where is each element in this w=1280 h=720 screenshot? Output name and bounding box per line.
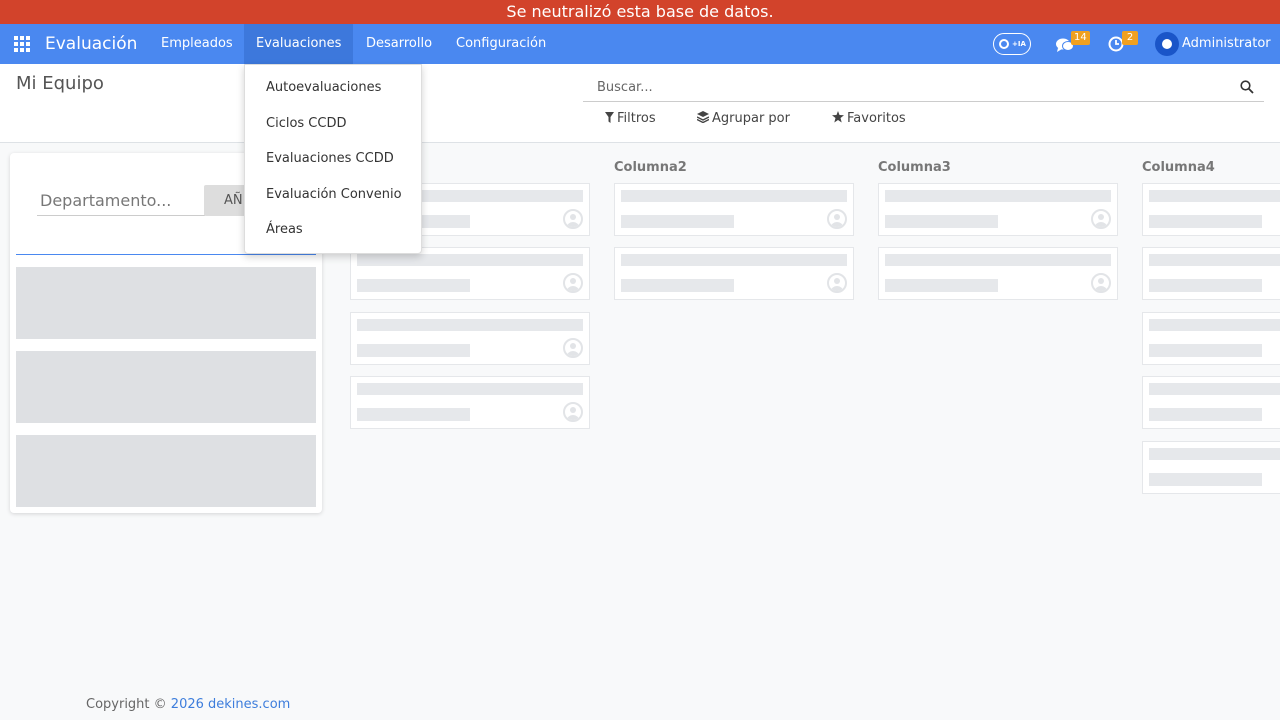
department-placeholder [16,435,316,507]
department-placeholder [16,351,316,423]
department-input[interactable] [37,186,205,216]
search-bar [583,72,1264,102]
menu-configuracion[interactable]: Configuración [444,24,558,64]
layers-icon [696,111,710,124]
control-panel: Mi Equipo Filtros Agrupar por Favoritos [0,64,1280,143]
avatar-placeholder-icon [563,273,583,293]
kanban-column-title: Columna4 [1142,160,1215,175]
favorites-button[interactable]: Favoritos [832,108,906,130]
footer: Copyright © 2026 dekines.com [86,697,290,713]
messages-count-badge: 14 [1071,31,1090,45]
dropdown-item-areas[interactable]: Áreas [266,221,303,239]
avatar-placeholder-icon [563,209,583,229]
department-divider [16,254,316,255]
avatar-placeholder-icon [563,402,583,422]
footer-link[interactable]: 2026 dekines.com [171,697,291,712]
ai-toggle-label: +IA [1012,40,1026,48]
footer-copyright: Copyright © [86,697,171,712]
kanban-card-placeholder [350,247,590,300]
avatar-placeholder-icon [1091,209,1111,229]
group-by-button[interactable]: Agrupar por [696,108,790,130]
avatar-placeholder-icon [563,338,583,358]
neutralized-banner: Se neutralizó esta base de datos. [0,0,1280,24]
user-menu[interactable]: Administrator [1182,24,1271,64]
top-navbar: Evaluación Empleados Evaluaciones Desarr… [0,24,1280,64]
dropdown-item-ciclos-ccdd[interactable]: Ciclos CCDD [266,115,346,133]
toggle-knob-icon [999,39,1009,49]
search-icon[interactable] [1240,80,1254,94]
department-placeholder [16,267,316,339]
apps-menu-icon[interactable] [14,36,30,52]
kanban-card-placeholder [1142,312,1280,365]
menu-evaluaciones[interactable]: Evaluaciones [244,24,354,64]
kanban-column-title: Columna2 [614,160,687,175]
avatar-placeholder-icon [827,273,847,293]
search-input[interactable] [597,76,1217,98]
kanban-card-placeholder [350,312,590,365]
avatar-placeholder-icon [1091,273,1111,293]
kanban-card-placeholder [878,183,1118,236]
menu-desarrollo[interactable]: Desarrollo [354,24,444,64]
dropdown-item-evaluacion-convenio[interactable]: Evaluación Convenio [266,186,402,204]
menu-empleados[interactable]: Empleados [149,24,245,64]
star-icon [832,111,844,123]
avatar-placeholder-icon [827,209,847,229]
filter-icon [605,112,614,123]
kanban-card-placeholder [1142,183,1280,236]
kanban-card-placeholder [1142,441,1280,494]
kanban-card-placeholder [1142,376,1280,429]
kanban-card-placeholder [878,247,1118,300]
kanban-card-placeholder [350,376,590,429]
activities-count-badge: 2 [1122,31,1138,45]
filters-button[interactable]: Filtros [605,108,656,130]
kanban-card-placeholder [1142,247,1280,300]
kanban-card-placeholder [614,247,854,300]
evaluaciones-dropdown-menu: Autoevaluaciones Ciclos CCDD Evaluacione… [244,64,422,254]
ai-toggle[interactable]: +IA [993,33,1031,55]
page-title: Mi Equipo [16,73,104,94]
app-brand[interactable]: Evaluación [45,32,137,56]
user-avatar[interactable] [1155,32,1179,56]
dropdown-item-autoevaluaciones[interactable]: Autoevaluaciones [266,79,381,97]
kanban-column-title: Columna3 [878,160,951,175]
kanban-card-placeholder [614,183,854,236]
dropdown-item-evaluaciones-ccdd[interactable]: Evaluaciones CCDD [266,150,394,168]
